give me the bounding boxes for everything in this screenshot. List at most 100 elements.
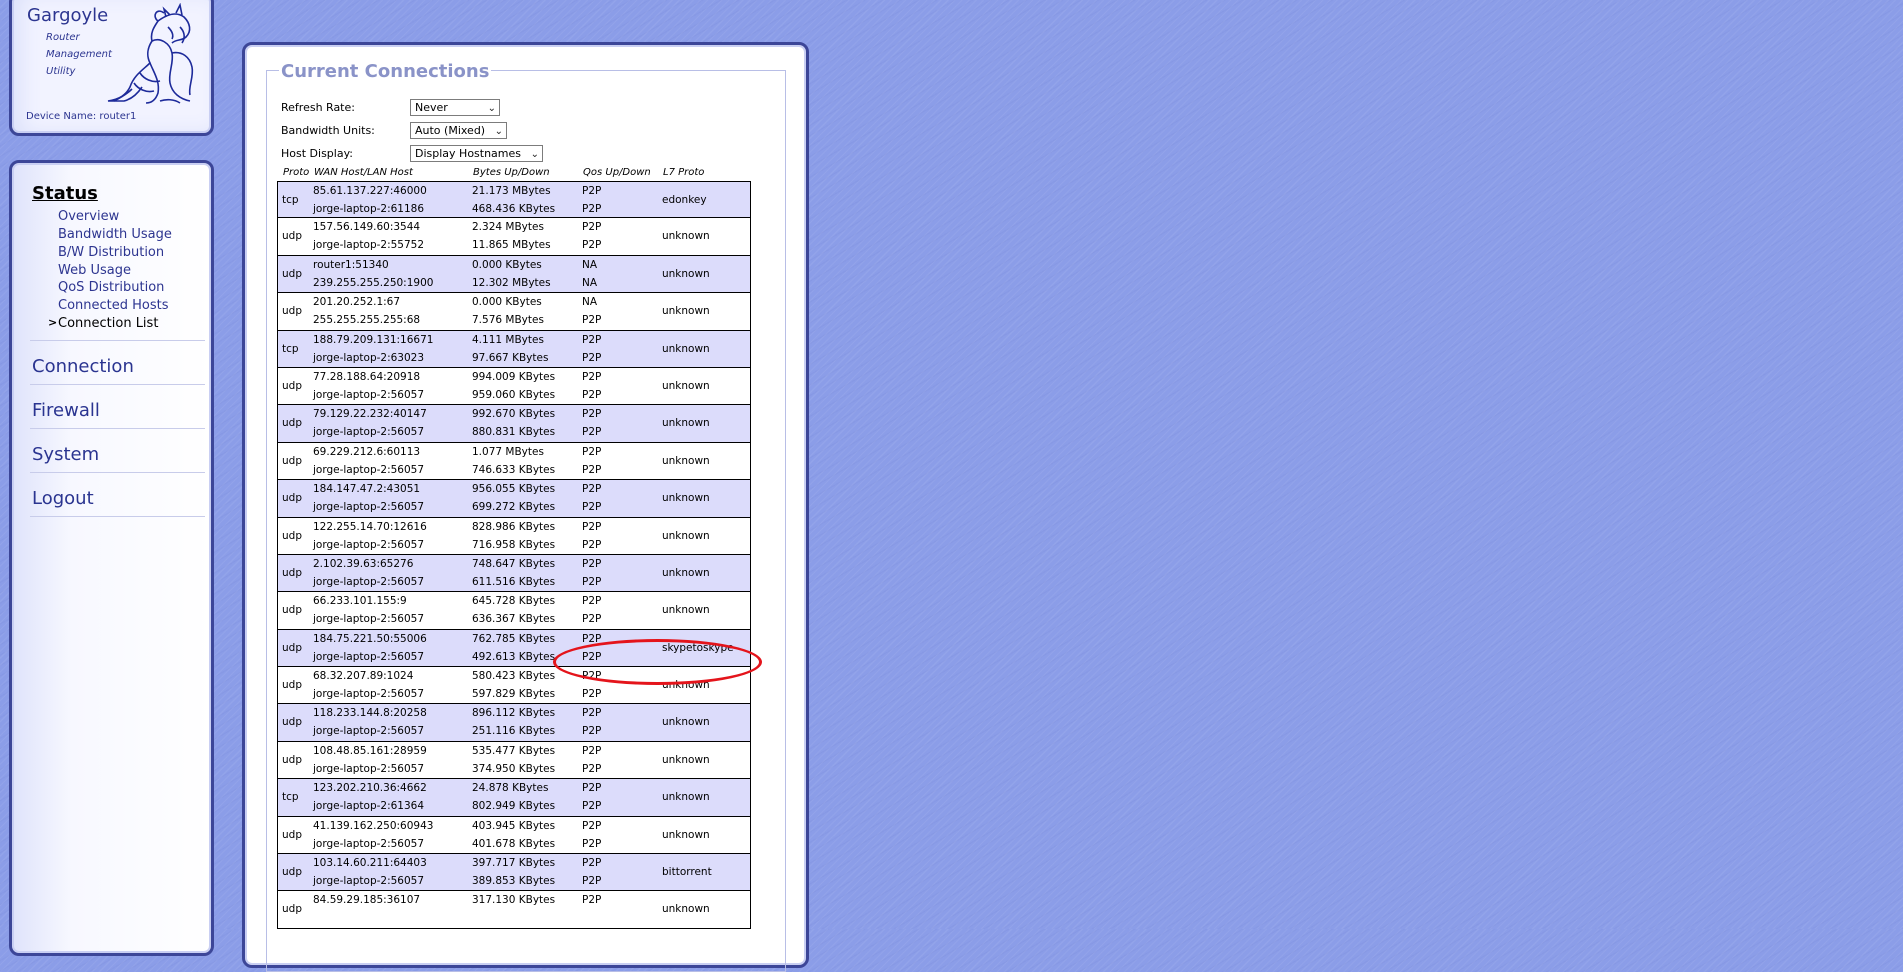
cell-lan-host: 239.255.255.250:1900 bbox=[313, 276, 434, 289]
cell-proto: udp bbox=[282, 529, 302, 542]
refresh-rate-select[interactable]: Never ⌄ bbox=[410, 99, 500, 116]
cell-wan-host: 2.102.39.63:65276 bbox=[313, 557, 414, 570]
host-display-select[interactable]: Display Hostnames ⌄ bbox=[410, 145, 543, 162]
cell-wan-host: 66.233.101.155:9 bbox=[313, 595, 407, 608]
cell-l7-proto: bittorrent bbox=[662, 866, 712, 879]
cell-l7-proto: unknown bbox=[662, 903, 710, 916]
cell-l7-proto: edonkey bbox=[662, 194, 707, 206]
cell-qos-up: P2P bbox=[582, 520, 602, 533]
cell-lan-host: 255.255.255.255:68 bbox=[313, 314, 421, 327]
cell-lan-host: jorge-laptop-2:61364 bbox=[313, 800, 425, 813]
cell-lan-host: jorge-laptop-2:63023 bbox=[313, 351, 425, 364]
cell-qos-down: P2P bbox=[582, 575, 602, 588]
cell-lan-host: jorge-laptop-2:56057 bbox=[313, 613, 425, 626]
current-item-marker: > bbox=[48, 316, 58, 329]
nav-section-connection[interactable]: Connection bbox=[32, 356, 134, 377]
nav-divider bbox=[30, 428, 205, 429]
cell-wan-host: 188.79.209.131:16671 bbox=[313, 333, 434, 346]
table-row: udp 108.48.85.161:28959 jorge-laptop-2:560… bbox=[277, 741, 751, 780]
refresh-rate-label: Refresh Rate: bbox=[281, 101, 355, 114]
cell-bytes-down: 492.613 KBytes bbox=[472, 650, 556, 663]
cell-l7-proto: unknown bbox=[662, 828, 710, 841]
nav-section-system[interactable]: System bbox=[32, 444, 99, 465]
cell-wan-host: 69.229.212.6:60113 bbox=[313, 445, 421, 458]
table-row: udp router1:51340 239.255.255.250:1900 0.00… bbox=[277, 255, 751, 294]
cell-proto: tcp bbox=[282, 342, 299, 355]
cell-bytes-up: 992.670 KBytes bbox=[472, 408, 556, 421]
bandwidth-units-value: Auto (Mixed) bbox=[415, 124, 486, 137]
cell-qos-down: P2P bbox=[582, 388, 602, 401]
cell-proto: udp bbox=[282, 379, 302, 392]
table-row: udp 118.233.144.8:20258 jorge-laptop-2:560… bbox=[277, 704, 751, 742]
nav-section-logout[interactable]: Logout bbox=[32, 488, 94, 509]
nav-section-firewall[interactable]: Firewall bbox=[32, 400, 100, 421]
cell-lan-host: jorge-laptop-2:56057 bbox=[313, 725, 425, 738]
cell-lan-host: jorge-laptop-2:56057 bbox=[313, 426, 425, 439]
cell-proto: udp bbox=[282, 828, 302, 841]
cell-l7-proto: unknown bbox=[662, 230, 710, 243]
cell-l7-proto: unknown bbox=[662, 305, 710, 318]
cell-qos-down: NA bbox=[582, 276, 598, 289]
cell-bytes-down: 389.853 KBytes bbox=[472, 875, 556, 888]
cell-lan-host: jorge-laptop-2:56057 bbox=[313, 575, 425, 588]
cell-bytes-up: 956.055 KBytes bbox=[472, 483, 556, 496]
nav-item-qos-distribution[interactable]: QoS Distribution bbox=[58, 280, 164, 295]
table-row: tcp 188.79.209.131:16671 jorge-laptop-2:63… bbox=[277, 330, 751, 368]
table-row: udp 69.229.212.6:60113 jorge-laptop-2:5605… bbox=[277, 442, 751, 481]
table-row: udp 184.147.47.2:43051 jorge-laptop-2:5605… bbox=[277, 480, 751, 518]
cell-bytes-up: 896.112 KBytes bbox=[472, 707, 556, 720]
nav-item-web-usage[interactable]: Web Usage bbox=[58, 263, 131, 278]
cell-qos-up: P2P bbox=[582, 557, 602, 570]
cell-bytes-down: 7.576 MBytes bbox=[472, 314, 544, 327]
nav-section-status[interactable]: Status bbox=[32, 183, 98, 204]
cell-bytes-up: 0.000 KBytes bbox=[472, 296, 542, 309]
bandwidth-units-label: Bandwidth Units: bbox=[281, 124, 375, 137]
cell-bytes-down: 597.829 KBytes bbox=[472, 688, 556, 701]
cell-qos-up: P2P bbox=[582, 819, 602, 832]
table-row: udp 84.59.29.185:36107 317.130 KBytes P2P un… bbox=[277, 891, 751, 929]
cell-bytes-up: 535.477 KBytes bbox=[472, 744, 556, 757]
cell-proto: udp bbox=[282, 417, 302, 430]
cell-bytes-up: 403.945 KBytes bbox=[472, 819, 556, 832]
cell-qos-down: P2P bbox=[582, 426, 602, 439]
nav-divider bbox=[30, 472, 205, 473]
bandwidth-units-select[interactable]: Auto (Mixed) ⌄ bbox=[410, 122, 507, 139]
nav-item-connection-list[interactable]: Connection List bbox=[58, 316, 158, 331]
cell-wan-host: 68.32.207.89:1024 bbox=[313, 670, 414, 683]
cell-wan-host: 123.202.210.36:4662 bbox=[313, 782, 427, 795]
column-header-bytes: Bytes Up/Down bbox=[473, 167, 550, 178]
host-display-value: Display Hostnames bbox=[415, 147, 522, 160]
cell-wan-host: 79.129.22.232:40147 bbox=[313, 408, 427, 421]
cell-bytes-up: 317.130 KBytes bbox=[472, 894, 556, 907]
cell-bytes-up: 2.324 MBytes bbox=[472, 221, 544, 234]
cell-bytes-down: 716.958 KBytes bbox=[472, 538, 556, 551]
cell-wan-host: 77.28.188.64:20918 bbox=[313, 370, 421, 383]
cell-bytes-up: 580.423 KBytes bbox=[472, 670, 556, 683]
cell-l7-proto: unknown bbox=[662, 379, 710, 392]
cell-wan-host: 84.59.29.185:36107 bbox=[313, 894, 421, 907]
cell-proto: udp bbox=[282, 641, 302, 654]
cell-bytes-up: 0.000 KBytes bbox=[472, 258, 542, 271]
cell-bytes-up: 397.717 KBytes bbox=[472, 857, 556, 870]
cell-bytes-down: 374.950 KBytes bbox=[472, 762, 556, 775]
cell-bytes-down: 880.831 KBytes bbox=[472, 426, 556, 439]
nav-item-connected-hosts[interactable]: Connected Hosts bbox=[58, 298, 169, 313]
cell-proto: udp bbox=[282, 230, 302, 243]
table-row: udp 122.255.14.70:12616 jorge-laptop-2:560… bbox=[277, 517, 751, 555]
cell-qos-down: P2P bbox=[582, 538, 602, 551]
cell-lan-host: jorge-laptop-2:56057 bbox=[313, 688, 425, 701]
column-header-proto: Proto bbox=[283, 167, 310, 178]
cell-qos-down: P2P bbox=[582, 613, 602, 626]
nav-item-overview[interactable]: Overview bbox=[58, 209, 119, 224]
nav-item-bw-distribution[interactable]: B/W Distribution bbox=[58, 245, 164, 260]
table-header: Proto WAN Host/LAN Host Bytes Up/Down Qo… bbox=[278, 167, 748, 181]
cell-lan-host: jorge-laptop-2:56057 bbox=[313, 501, 425, 514]
nav-item-bandwidth-usage[interactable]: Bandwidth Usage bbox=[58, 227, 172, 242]
cell-qos-up: P2P bbox=[582, 333, 602, 346]
cell-wan-host: 103.14.60.211:64403 bbox=[313, 857, 427, 870]
table-row: tcp 123.202.210.36:4662 jorge-laptop-2:613… bbox=[277, 779, 751, 817]
cell-bytes-down: 611.516 KBytes bbox=[472, 575, 556, 588]
page-title: Current Connections bbox=[279, 61, 492, 82]
table-row: udp 79.129.22.232:40147 jorge-laptop-2:560… bbox=[277, 405, 751, 443]
cell-qos-down: P2P bbox=[582, 688, 602, 701]
